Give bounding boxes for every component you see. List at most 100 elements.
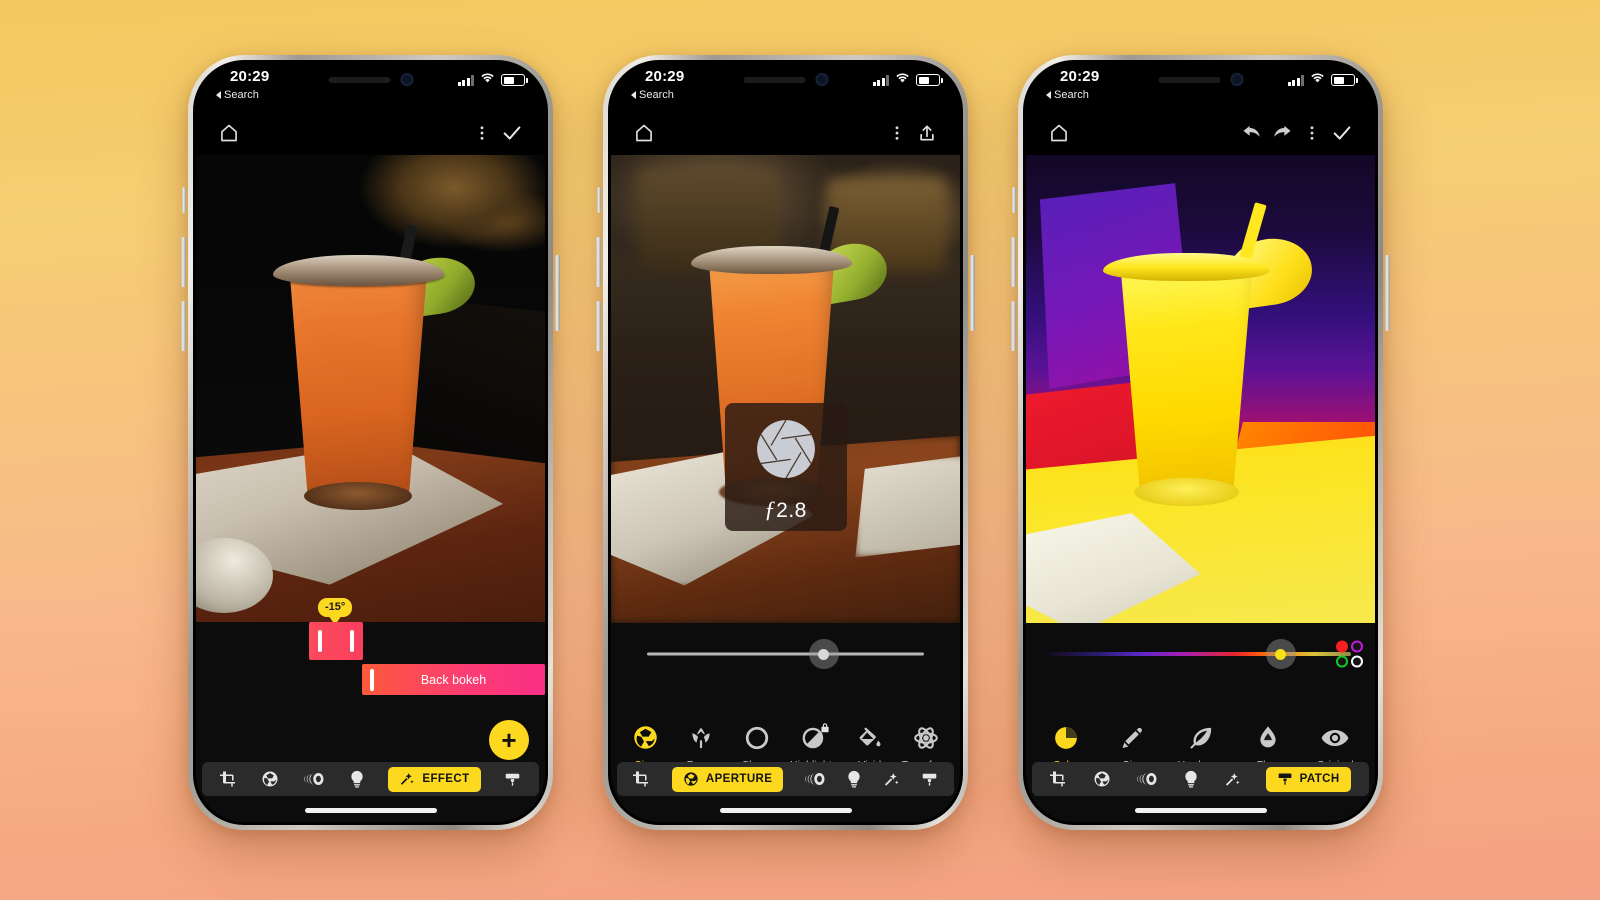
aperture-prefix: ƒ [764,496,777,522]
front-camera [400,73,413,86]
volume-down-button[interactable] [596,301,601,351]
photo-canvas[interactable] [1026,155,1375,623]
overflow-menu-icon[interactable] [882,118,912,148]
photo-canvas[interactable] [196,155,545,622]
nav-effect-button[interactable] [883,766,900,792]
share-icon[interactable] [912,118,942,148]
back-to-search-link[interactable]: Search [1046,89,1089,101]
home-indicator[interactable] [1134,808,1267,813]
app-top-bar [611,111,960,155]
swatch-red[interactable] [1336,640,1348,653]
battery-icon [916,74,943,86]
undo-icon[interactable] [1237,118,1267,148]
home-indicator[interactable] [719,808,852,813]
back-to-search-link[interactable]: Search [631,89,674,101]
earpiece-speaker [743,76,805,83]
home-icon[interactable] [214,118,244,148]
bottom-nav: EFFECT [202,762,539,796]
photo-canvas[interactable]: ƒ2.8 [611,155,960,623]
cellular-signal-icon [1287,74,1304,86]
hue-slider-knob[interactable] [1265,639,1296,669]
wifi-icon [480,71,495,89]
hue-slider[interactable] [1026,623,1375,685]
back-to-search-link[interactable]: Search [216,89,259,101]
nav-lens-button[interactable] [804,766,826,792]
contrast-lock-icon [801,721,829,755]
hue-slider-track[interactable] [1048,652,1351,656]
paintbrush-icon [1120,721,1146,755]
nav-light-button[interactable] [349,766,365,792]
nav-effect-button[interactable]: EFFECT [388,766,481,792]
volume-up-button[interactable] [1011,237,1016,287]
nav-light-button[interactable] [846,766,862,792]
front-camera [1230,73,1243,86]
nav-lens-button[interactable] [1136,766,1158,792]
nav-crop-button[interactable] [1050,766,1068,792]
volume-up-button[interactable] [181,237,186,287]
nav-crop-button[interactable] [633,766,651,792]
nav-effect-button[interactable] [1224,766,1241,792]
cellular-signal-icon [457,74,474,86]
tool-value-slider[interactable] [611,623,960,685]
power-button[interactable] [1385,255,1390,331]
home-indicator[interactable] [304,808,437,813]
bottom-nav: APERTURE [617,762,954,796]
nav-patch-label: PATCH [1299,773,1340,785]
angle-tooltip: -15° [318,598,353,617]
nav-crop-button[interactable] [219,766,238,792]
mute-switch[interactable] [597,187,601,213]
mute-switch[interactable] [182,187,186,213]
swatch-magenta[interactable] [1351,640,1363,653]
phone-one-controls: -15° Back bokeh + EFFECT [196,598,545,822]
aperture-number: 2.8 [776,498,807,522]
swatch-white[interactable] [1351,655,1363,668]
aperture-icon [632,721,659,755]
bottom-nav: PATCH [1032,762,1369,796]
nav-lens-button[interactable] [303,766,325,792]
home-icon[interactable] [629,118,659,148]
earpiece-speaker [1158,76,1220,83]
back-arrow-icon [631,91,636,99]
slider-track[interactable] [647,652,924,656]
status-time: 20:29 [1060,68,1100,85]
swatch-green[interactable] [1336,655,1348,668]
home-icon[interactable] [1044,118,1074,148]
aperture-blades-icon [749,412,823,491]
status-bar: 20:29 Search [611,63,960,111]
status-time: 20:29 [230,68,270,85]
back-label: Search [639,89,674,101]
overflow-menu-icon[interactable] [467,118,497,148]
power-button[interactable] [970,255,975,331]
status-time: 20:29 [645,68,685,85]
app-top-bar [196,111,545,155]
checkmark-icon[interactable] [1327,118,1357,148]
aperture-value-overlay: ƒ2.8 [724,403,847,532]
phone-one-screen: 20:29 Search -15° Back bokeh + EFFECT [196,63,545,822]
volume-down-button[interactable] [1011,301,1016,351]
overflow-menu-icon[interactable] [1297,118,1327,148]
back-bokeh-label: Back bokeh [420,672,487,687]
notch [1158,73,1243,86]
add-effect-button[interactable]: + [489,720,529,760]
slider-knob[interactable] [808,639,839,669]
nav-aperture-button[interactable]: APERTURE [671,766,784,792]
nav-patch-button[interactable]: PATCH [1265,766,1351,792]
nav-aperture-button[interactable] [1093,766,1111,792]
atom-icon [913,721,939,755]
checkmark-icon[interactable] [497,118,527,148]
redo-icon[interactable] [1267,118,1297,148]
rotation-slider[interactable] [309,622,363,660]
wifi-icon [1310,71,1325,89]
nav-patch-button[interactable] [504,766,521,792]
back-bokeh-slider[interactable]: Back bokeh [362,664,545,695]
nav-aperture-button[interactable] [261,766,279,792]
volume-up-button[interactable] [596,237,601,287]
paint-bucket-icon [857,721,883,755]
nav-light-button[interactable] [1183,766,1199,792]
power-button[interactable] [555,255,560,331]
status-bar: 20:29 Search [1026,63,1375,111]
notch [328,73,413,86]
nav-patch-button[interactable] [921,766,938,792]
volume-down-button[interactable] [181,301,186,351]
mute-switch[interactable] [1012,187,1016,213]
